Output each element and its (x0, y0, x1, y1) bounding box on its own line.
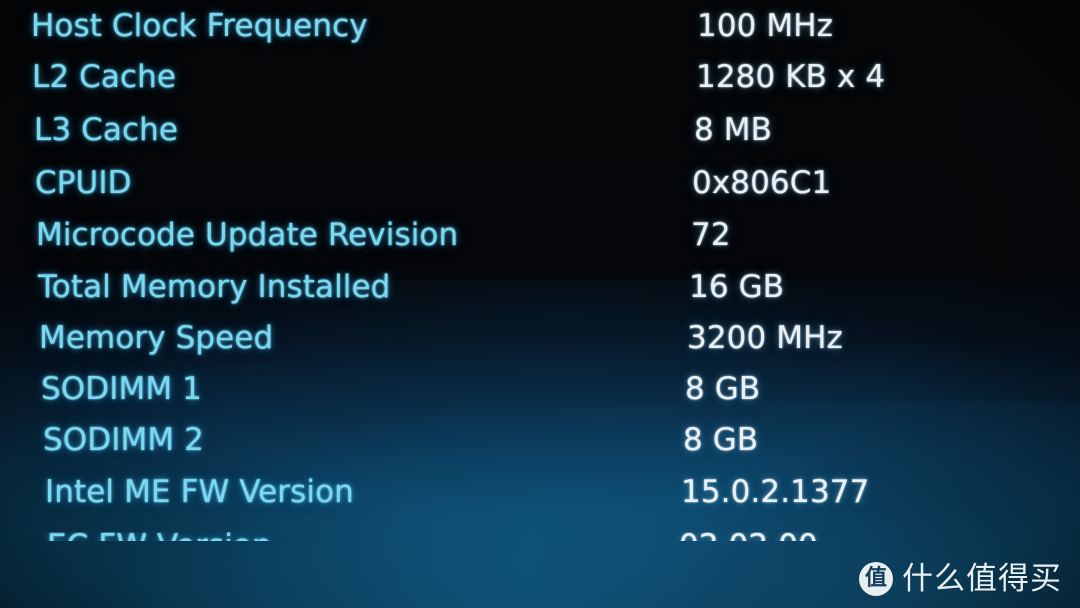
row-value: 1280 KB x 4 (696, 59, 886, 95)
table-row: Microcode Update Revision 72 (0, 215, 1080, 259)
table-row: SODIMM 2 8 GB (0, 420, 1080, 464)
system-information-table: Host Clock Frequency 100 MHz L2 Cache 12… (0, 0, 1080, 608)
table-row: Intel ME FW Version 15.0.2.1377 (0, 472, 1080, 516)
row-label: L3 Cache (34, 112, 179, 148)
row-value: 16 GB (689, 269, 785, 305)
table-row: Memory Speed 3200 MHz (0, 318, 1080, 362)
table-row: Host Clock Frequency 100 MHz (0, 6, 1080, 50)
table-row: EC FW Version 02.02.00 (0, 532, 1080, 541)
row-label: L2 Cache (32, 59, 177, 95)
row-value: 8 GB (685, 371, 761, 407)
table-row: SODIMM 1 8 GB (0, 369, 1080, 413)
table-row: CPUID 0x806C1 (0, 163, 1080, 207)
watermark-text: 什么值得买 (902, 560, 1062, 597)
row-value: 15.0.2.1377 (681, 474, 870, 510)
row-value: 3200 MHz (687, 320, 843, 356)
bios-system-information-screen: Host Clock Frequency 100 MHz L2 Cache 12… (0, 0, 1080, 608)
row-value: 72 (691, 217, 731, 253)
table-row: Total Memory Installed 16 GB (0, 267, 1080, 311)
watermark: 值 什么值得买 (859, 562, 1062, 596)
row-label: Microcode Update Revision (36, 217, 459, 253)
table-row: L2 Cache 1280 KB x 4 (0, 57, 1080, 101)
row-label: SODIMM 2 (43, 422, 204, 458)
table-row: L3 Cache 8 MB (0, 110, 1080, 154)
row-label: SODIMM 1 (41, 371, 202, 407)
row-value: 8 MB (694, 112, 772, 148)
watermark-logo-icon: 值 (859, 562, 893, 596)
row-label: Memory Speed (39, 320, 274, 356)
row-value: 02.02.00 (679, 532, 818, 541)
row-value: 100 MHz (697, 8, 834, 44)
row-value: 0x806C1 (692, 165, 832, 201)
row-label: Total Memory Installed (38, 269, 391, 305)
row-label: CPUID (35, 165, 132, 201)
row-value: 8 GB (683, 422, 759, 458)
row-label: EC FW Version (47, 532, 272, 541)
row-label: Intel ME FW Version (45, 474, 354, 510)
row-label: Host Clock Frequency (31, 8, 368, 44)
